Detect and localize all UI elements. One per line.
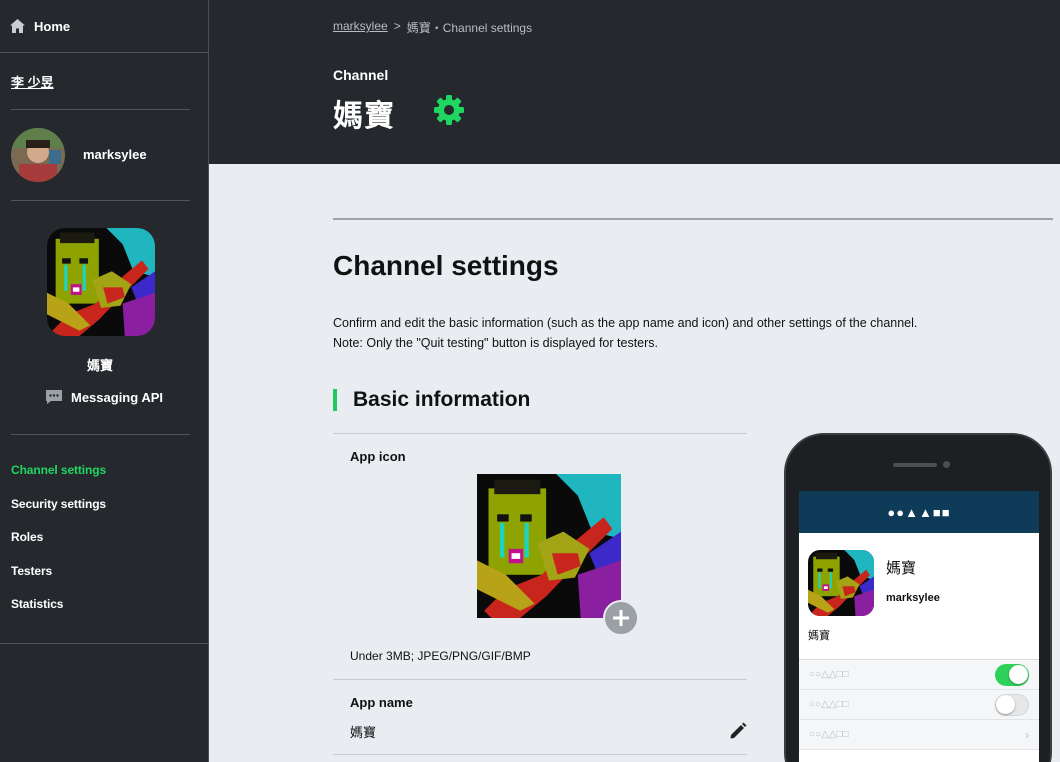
page-description: Confirm and edit the basic information (… [333, 313, 917, 353]
divider [333, 433, 747, 434]
app-icon-label: App icon [350, 449, 406, 464]
app-icon-note: Under 3MB; JPEG/PNG/GIF/BMP [350, 649, 531, 663]
breadcrumb: marksylee > 媽寶・Channel settings [333, 19, 532, 36]
preview-settings-list: ○○△△□□ ○○△△□□ ○○△△□□ › [799, 659, 1039, 750]
channel-name: 媽寶 [86, 358, 113, 373]
sidebar-nav: Channel settings Security settings Roles… [11, 463, 106, 631]
app-icon-image [477, 474, 621, 618]
sidebar-item-roles[interactable]: Roles [11, 530, 106, 564]
header-title: 媽寶 [333, 100, 395, 133]
chat-icon [46, 390, 62, 404]
divider [11, 200, 190, 201]
app-name-label: App name [350, 695, 413, 710]
preview-app-icon [808, 550, 874, 616]
channel-icon [47, 228, 155, 336]
page-title: Channel settings [333, 250, 559, 281]
preview-username: marksylee [886, 592, 940, 604]
phone-speaker [893, 463, 937, 467]
divider [11, 434, 190, 435]
divider [11, 109, 190, 110]
home-label: Home [34, 18, 71, 34]
account-name-link[interactable]: 李 少昱 [11, 72, 54, 91]
page-header: marksylee > 媽寶・Channel settings Channel … [209, 0, 1060, 164]
breadcrumb-current: 媽寶・Channel settings [406, 21, 533, 35]
divider [333, 754, 747, 755]
avatar[interactable] [11, 128, 65, 182]
sidebar-item-statistics[interactable]: Statistics [11, 597, 106, 631]
pencil-icon[interactable] [729, 722, 747, 740]
preview-screen: ●●▲▲■■ 媽寶 marksylee 媽寶 ○○△△□□ ○○△△□□ ○○△… [799, 491, 1039, 762]
app-name-value: 媽寶 [350, 725, 377, 740]
divider [333, 679, 747, 680]
preview-toggle-off [995, 693, 1029, 716]
section-title: Basic information [333, 389, 530, 411]
description-line: Note: Only the "Quit testing" button is … [333, 336, 659, 350]
chevron-right-icon: › [1025, 727, 1029, 742]
upload-icon-button[interactable] [603, 600, 639, 636]
preview-toggle-on [995, 663, 1029, 686]
gear-icon [434, 95, 464, 125]
sidebar-username: marksylee [83, 147, 147, 162]
preview-setting-row: ○○△△□□ › [799, 720, 1039, 750]
preview-setting-row: ○○△△□□ [799, 660, 1039, 690]
header-subtitle: Channel [333, 67, 389, 83]
home-icon [10, 19, 25, 33]
breadcrumb-separator: > [393, 19, 401, 33]
sidebar-item-security-settings[interactable]: Security settings [11, 497, 106, 531]
sidebar: Home 李 少昱 marksylee 媽寶 Messaging API Cha… [0, 0, 209, 762]
breadcrumb-link[interactable]: marksylee [333, 19, 388, 36]
description-line: Confirm and edit the basic information (… [333, 316, 918, 330]
preview-app-name: 媽寶 [886, 560, 917, 577]
preview-top-bar: ●●▲▲■■ [799, 491, 1039, 533]
preview-setting-row: ○○△△□□ [799, 690, 1039, 720]
preview-description: 媽寶 [808, 630, 830, 642]
divider [0, 52, 209, 53]
sidebar-item-testers[interactable]: Testers [11, 564, 106, 598]
preview-setting-label: ○○△△□□ [809, 699, 849, 710]
divider [333, 218, 1053, 220]
home-link[interactable]: Home [10, 17, 70, 35]
divider [0, 643, 209, 644]
phone-camera [943, 461, 950, 468]
channel-type: Messaging API [45, 389, 163, 405]
preview-setting-label: ○○△△□□ [809, 669, 849, 680]
preview-setting-label: ○○△△□□ [809, 729, 849, 740]
plus-icon [613, 610, 629, 626]
sidebar-item-channel-settings[interactable]: Channel settings [11, 463, 106, 497]
channel-type-label: Messaging API [71, 389, 163, 405]
phone-preview: ●●▲▲■■ 媽寶 marksylee 媽寶 ○○△△□□ ○○△△□□ ○○△… [784, 433, 1052, 762]
